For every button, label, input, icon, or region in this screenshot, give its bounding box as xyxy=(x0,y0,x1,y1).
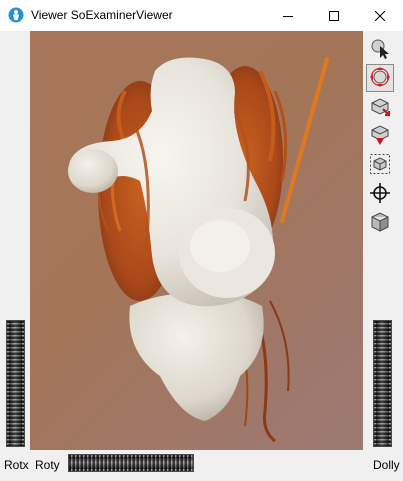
seek-button[interactable] xyxy=(366,93,394,121)
view-all-button[interactable] xyxy=(366,151,394,179)
pick-mode-button[interactable] xyxy=(366,35,394,63)
projection-button[interactable] xyxy=(366,209,394,237)
window-title: Viewer SoExaminerViewer xyxy=(31,8,173,22)
view-all-icon xyxy=(369,153,391,178)
maximize-icon xyxy=(329,10,339,21)
volume-render xyxy=(68,57,329,443)
view-mode-button[interactable] xyxy=(366,64,394,92)
view-rotate-icon xyxy=(369,66,391,91)
projection-cube-icon xyxy=(369,211,391,236)
dolly-wheel-shading xyxy=(376,321,389,446)
roty-label: Roty xyxy=(35,458,60,472)
roty-thumbwheel[interactable] xyxy=(68,454,194,472)
maximize-button[interactable] xyxy=(311,0,357,31)
viewer-client-area: Rotx Roty Dolly xyxy=(0,31,403,481)
home-button[interactable] xyxy=(366,122,394,150)
seek-crosshair-button[interactable] xyxy=(366,180,394,208)
crosshair-seek-icon xyxy=(369,182,391,207)
inventor-app-icon xyxy=(8,7,24,23)
dolly-thumbwheel[interactable] xyxy=(373,320,392,447)
close-icon xyxy=(375,10,385,21)
pick-arrow-icon xyxy=(369,37,391,62)
minimize-icon xyxy=(283,11,293,21)
roty-wheel-shading xyxy=(69,457,193,469)
home-view-icon xyxy=(369,124,391,149)
render-viewport[interactable] xyxy=(30,31,363,450)
title-bar[interactable]: Viewer SoExaminerViewer xyxy=(0,0,403,31)
rotx-wheel-shading xyxy=(9,321,22,446)
seek-point-icon xyxy=(369,95,391,120)
rotx-thumbwheel[interactable] xyxy=(6,320,25,447)
minimize-button[interactable] xyxy=(265,0,311,31)
close-button[interactable] xyxy=(357,0,403,31)
viewer-toolbar xyxy=(364,31,398,261)
rotx-label: Rotx xyxy=(4,458,29,472)
dolly-label: Dolly xyxy=(373,458,400,472)
